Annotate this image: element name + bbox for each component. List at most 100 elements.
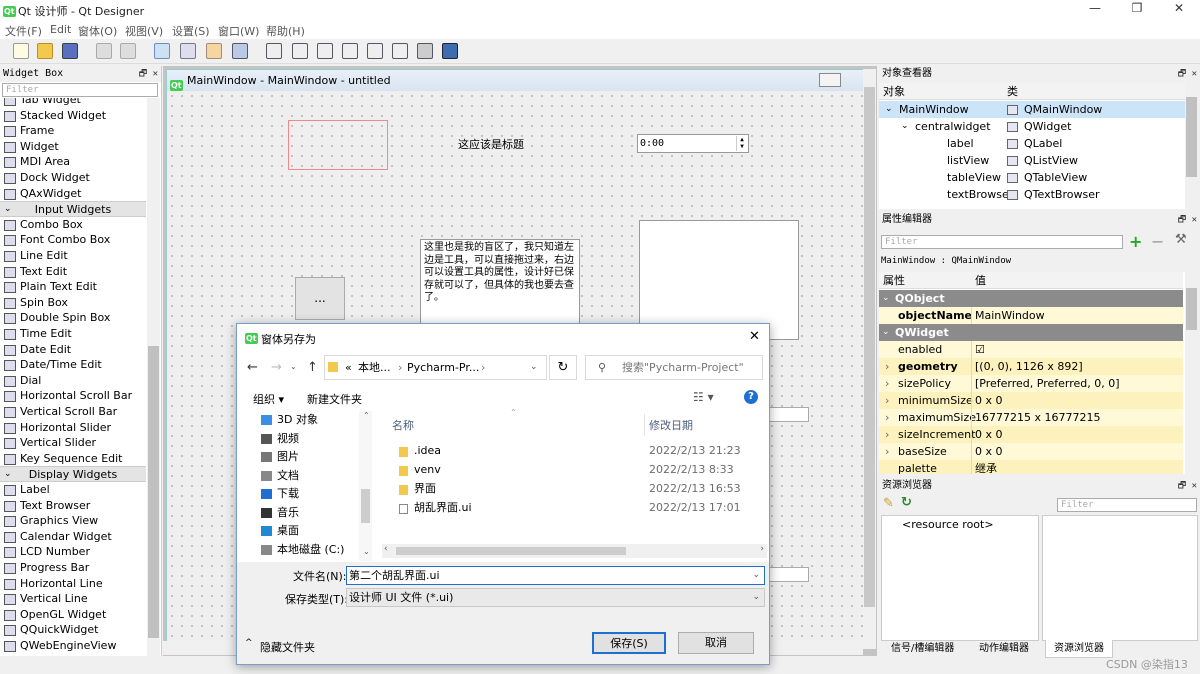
layout-grid-icon[interactable] [367,43,383,59]
widget-item[interactable]: OpenGL Widget [2,607,106,623]
widget-item[interactable]: Font Combo Box [2,232,110,248]
tab-action-editor[interactable]: 动作编辑器 [971,640,1037,658]
tab-resource-browser[interactable]: 资源浏览器 [1045,640,1113,658]
property-row[interactable]: palette 继承 [879,460,1183,474]
scroll-left-icon[interactable]: ‹ [384,544,388,554]
back-arrow-icon[interactable]: ← [247,360,258,375]
widget-item[interactable]: Dial [2,373,41,389]
edit-resources-icon[interactable]: ✎ [883,496,894,511]
layout-vertical-icon[interactable] [292,43,308,59]
list-view[interactable] [639,220,799,340]
widget-item[interactable]: Stacked Widget [2,108,106,124]
scroll-down-icon[interactable]: ⌄ [363,547,370,556]
tool-button[interactable]: ... [295,277,345,320]
widget-item[interactable]: Vertical Slider [2,435,96,451]
hide-folders-toggle[interactable]: 隐藏文件夹 [260,639,315,655]
property-value[interactable]: 0 x 0 [975,392,1003,409]
filetype-select[interactable]: 设计师 UI 文件 (*.ui) ⌄ [346,588,765,607]
widget-item[interactable]: Double Spin Box [2,310,110,326]
menu-form[interactable]: 窗体(O) [78,23,117,39]
line-edit[interactable] [769,407,809,422]
lower-icon[interactable] [96,43,112,59]
adjust-size-icon[interactable] [442,43,458,59]
chevron-down-icon[interactable]: ⌄ [752,567,760,584]
column-name[interactable]: 名称 [392,417,414,433]
time-edit[interactable]: 0:00 ▲ ▼ [637,134,749,153]
navigation-scrollbar[interactable] [359,411,372,561]
widget-item[interactable]: Text Browser [2,498,90,514]
nav-item[interactable]: 下载 [261,485,299,504]
save-form-icon[interactable] [62,43,78,59]
widget-item[interactable]: Date Edit [2,342,71,358]
recent-dropdown-icon[interactable]: ⌄ [290,362,297,371]
nav-item[interactable]: 音乐 [261,504,299,523]
resource-root-item[interactable]: <resource root> [902,518,994,531]
chevron-right-icon[interactable]: › [885,375,889,392]
object-row[interactable]: textBrowser QTextBrowser [879,186,1185,203]
view-options-icon[interactable]: ☷ ▾ [693,390,714,404]
menu-help[interactable]: 帮助(H) [266,23,305,39]
widget-item[interactable]: Label [2,482,50,498]
line-edit-2[interactable] [769,567,809,582]
edit-signals-icon[interactable] [180,43,196,59]
panel-float-close-icon[interactable]: 🗗 ✕ [1178,478,1197,494]
widget-item[interactable]: LCD Number [2,544,90,560]
property-row[interactable]: › minimumSize 0 x 0 [879,392,1183,409]
address-bar[interactable]: « 本地... › Pycharm-Pr... › ⌄ [324,355,547,380]
property-value[interactable]: MainWindow [975,307,1045,324]
up-arrow-icon[interactable]: ↑ [307,360,318,375]
widget-item[interactable]: QQuickWidget [2,622,99,638]
edit-widgets-icon[interactable] [154,43,170,59]
menu-window[interactable]: 窗口(W) [218,23,259,39]
layout-splitter-v-icon[interactable] [342,43,358,59]
nav-item[interactable]: 视频 [261,430,299,449]
menu-view[interactable]: 视图(V) [125,23,163,39]
configure-icon[interactable]: ⚒ [1175,232,1187,247]
widget-item[interactable]: Horizontal Line [2,576,103,592]
object-tree-scrollbar[interactable] [1185,83,1198,209]
new-folder-button[interactable]: 新建文件夹 [307,391,362,407]
widget-item[interactable]: MDI Area [2,154,70,170]
column-date[interactable]: 修改日期 [649,417,693,433]
widget-item[interactable]: QAxWidget [2,186,81,202]
search-box[interactable]: ⚲ 搜索"Pycharm-Project" [585,355,763,380]
menu-file[interactable]: 文件(F) [5,23,42,39]
frame-widget[interactable] [288,120,388,170]
organize-button[interactable]: 组织 ▾ [253,391,284,407]
raise-icon[interactable] [120,43,136,59]
chevron-down-icon[interactable]: ⌄ [885,101,893,118]
widget-item[interactable]: QWebEngineView [2,638,116,654]
file-row[interactable]: .idea 2022/2/13 21:23 [393,441,763,460]
filename-input[interactable]: 第二个胡乱界面.ui ⌄ [346,566,765,585]
resource-filter-input[interactable]: Filter [1057,498,1197,512]
text-edit[interactable]: 这里也是我的盲区了，我只知道左边是工具，可以直接拖过来，右边可以设置工具的属性，… [420,239,580,329]
property-row[interactable]: objectName MainWindow [879,307,1183,324]
menu-edit[interactable]: Edit [50,23,71,36]
property-value[interactable]: ☑ [975,341,985,358]
property-row[interactable]: › geometry [(0, 0), 1126 x 892] [879,358,1183,375]
object-row[interactable]: ⌄ MainWindow QMainWindow [879,101,1185,118]
widget-item[interactable]: Line Edit [2,248,68,264]
panel-float-close-icon[interactable]: 🗗 ✕ [1178,212,1197,228]
widget-item[interactable]: Date/Time Edit [2,357,102,373]
forward-arrow-icon[interactable]: → [271,360,282,375]
close-button[interactable]: ✕ [1164,1,1194,15]
widget-item[interactable]: Calendar Widget [2,529,112,545]
property-row[interactable]: › sizePolicy [Preferred, Preferred, 0, 0] [879,375,1183,392]
widget-item[interactable]: Horizontal Scroll Bar [2,388,132,404]
chevron-right-icon[interactable]: › [885,409,889,426]
object-row[interactable]: label QLabel [879,135,1185,152]
breadcrumb-project[interactable]: Pycharm-Pr... [407,356,479,379]
widget-item[interactable]: Text Edit [2,264,67,280]
property-filter-input[interactable]: Filter [881,235,1123,249]
widget-item[interactable]: Graphics View [2,513,98,529]
widget-item[interactable]: Dock Widget [2,170,90,186]
scroll-up-icon[interactable]: ⌃ [363,411,370,420]
object-row[interactable]: ⌄ centralwidget QWidget [879,118,1185,135]
property-value[interactable]: [(0, 0), 1126 x 892] [975,358,1083,375]
panel-float-close-icon[interactable]: 🗗 ✕ [139,66,158,82]
nav-item[interactable]: 桌面 [261,522,299,541]
spin-arrows-icon[interactable]: ▲ ▼ [736,136,747,151]
chevron-right-icon[interactable]: › [885,392,889,409]
cancel-button[interactable]: 取消 [678,632,754,654]
